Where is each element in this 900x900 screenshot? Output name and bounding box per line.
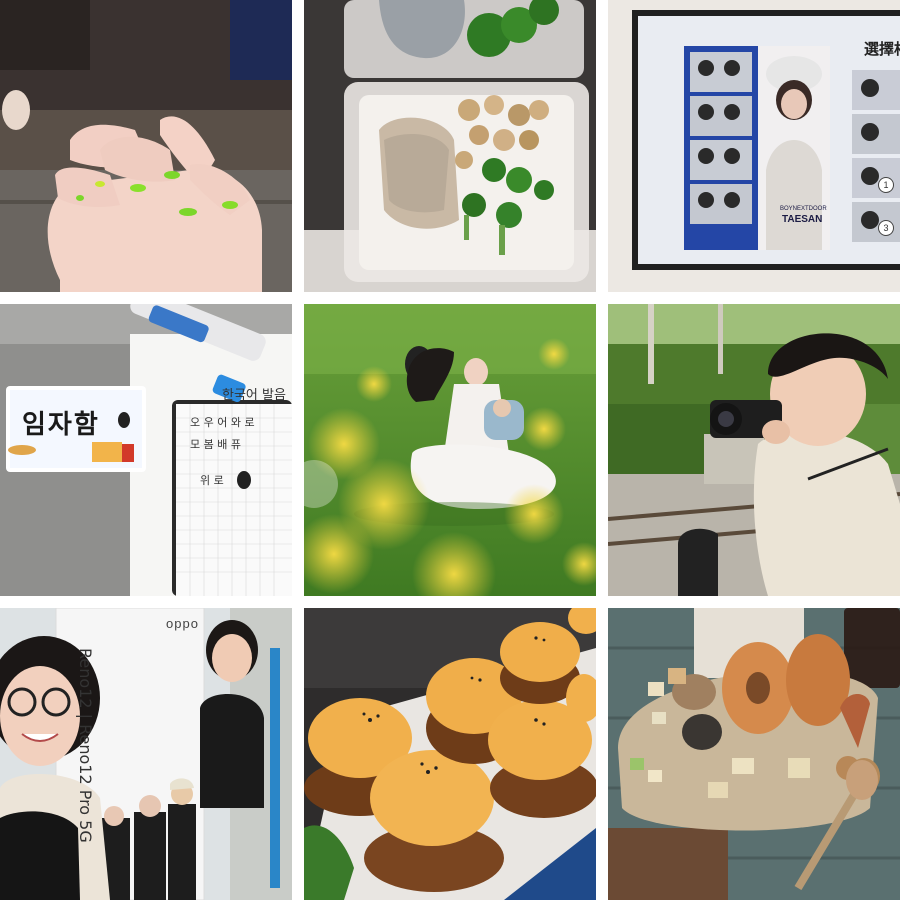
photo-booth-kiosk[interactable]: 選擇相 BOYNEXTDOOR TAESAN 1 3: [608, 0, 900, 292]
kiosk-member-name: TAESAN: [782, 214, 823, 225]
korean-name-card-text: 임자함: [22, 410, 100, 440]
notebook-heading: 한국어 발음: [222, 388, 286, 403]
name-card-image: [0, 304, 292, 596]
photo-collage-grid: 選擇相 BOYNEXTDOOR TAESAN 1 3: [0, 0, 900, 900]
kiosk-option-number-1[interactable]: 1: [878, 177, 894, 193]
oppo-brand-logo: oppo: [166, 616, 199, 631]
kiosk-option-number-3[interactable]: 3: [878, 220, 894, 236]
notebook-line-3: 위 로: [200, 474, 224, 487]
photo-cream-pastries[interactable]: [304, 608, 596, 900]
photo-meal-box[interactable]: [304, 0, 596, 292]
flower-field-image: [304, 304, 596, 596]
bagel-basket-image: [608, 608, 900, 900]
photo-bagel-basket[interactable]: [608, 608, 900, 900]
kiosk-image: [608, 0, 900, 292]
photo-korean-name-card[interactable]: 임자함 한국어 발음 오 우 어 와 로 모 봄 배 퓨 위 로: [0, 304, 292, 596]
photo-hand-green-nails[interactable]: [0, 0, 292, 292]
notebook-line-1: 오 우 어 와 로: [190, 416, 255, 429]
photo-woman-flower-field[interactable]: [304, 304, 596, 596]
hand-nails-image: [0, 0, 292, 292]
photo-selfie-with-poster[interactable]: oppo Reno12 | Reno12 Pro 5G: [0, 608, 292, 900]
poster-product-text: Reno12 | Reno12 Pro 5G: [76, 648, 95, 843]
notebook-line-2: 모 봄 배 퓨: [190, 438, 241, 451]
boy-camera-image: [608, 304, 900, 596]
meal-box-image: [304, 0, 596, 292]
kiosk-group-label: BOYNEXTDOOR: [780, 206, 827, 212]
kiosk-screen-title: 選擇相: [864, 40, 900, 58]
selfie-poster-image: [0, 608, 292, 900]
pastries-image: [304, 608, 596, 900]
photo-boy-with-camera[interactable]: [608, 304, 900, 596]
